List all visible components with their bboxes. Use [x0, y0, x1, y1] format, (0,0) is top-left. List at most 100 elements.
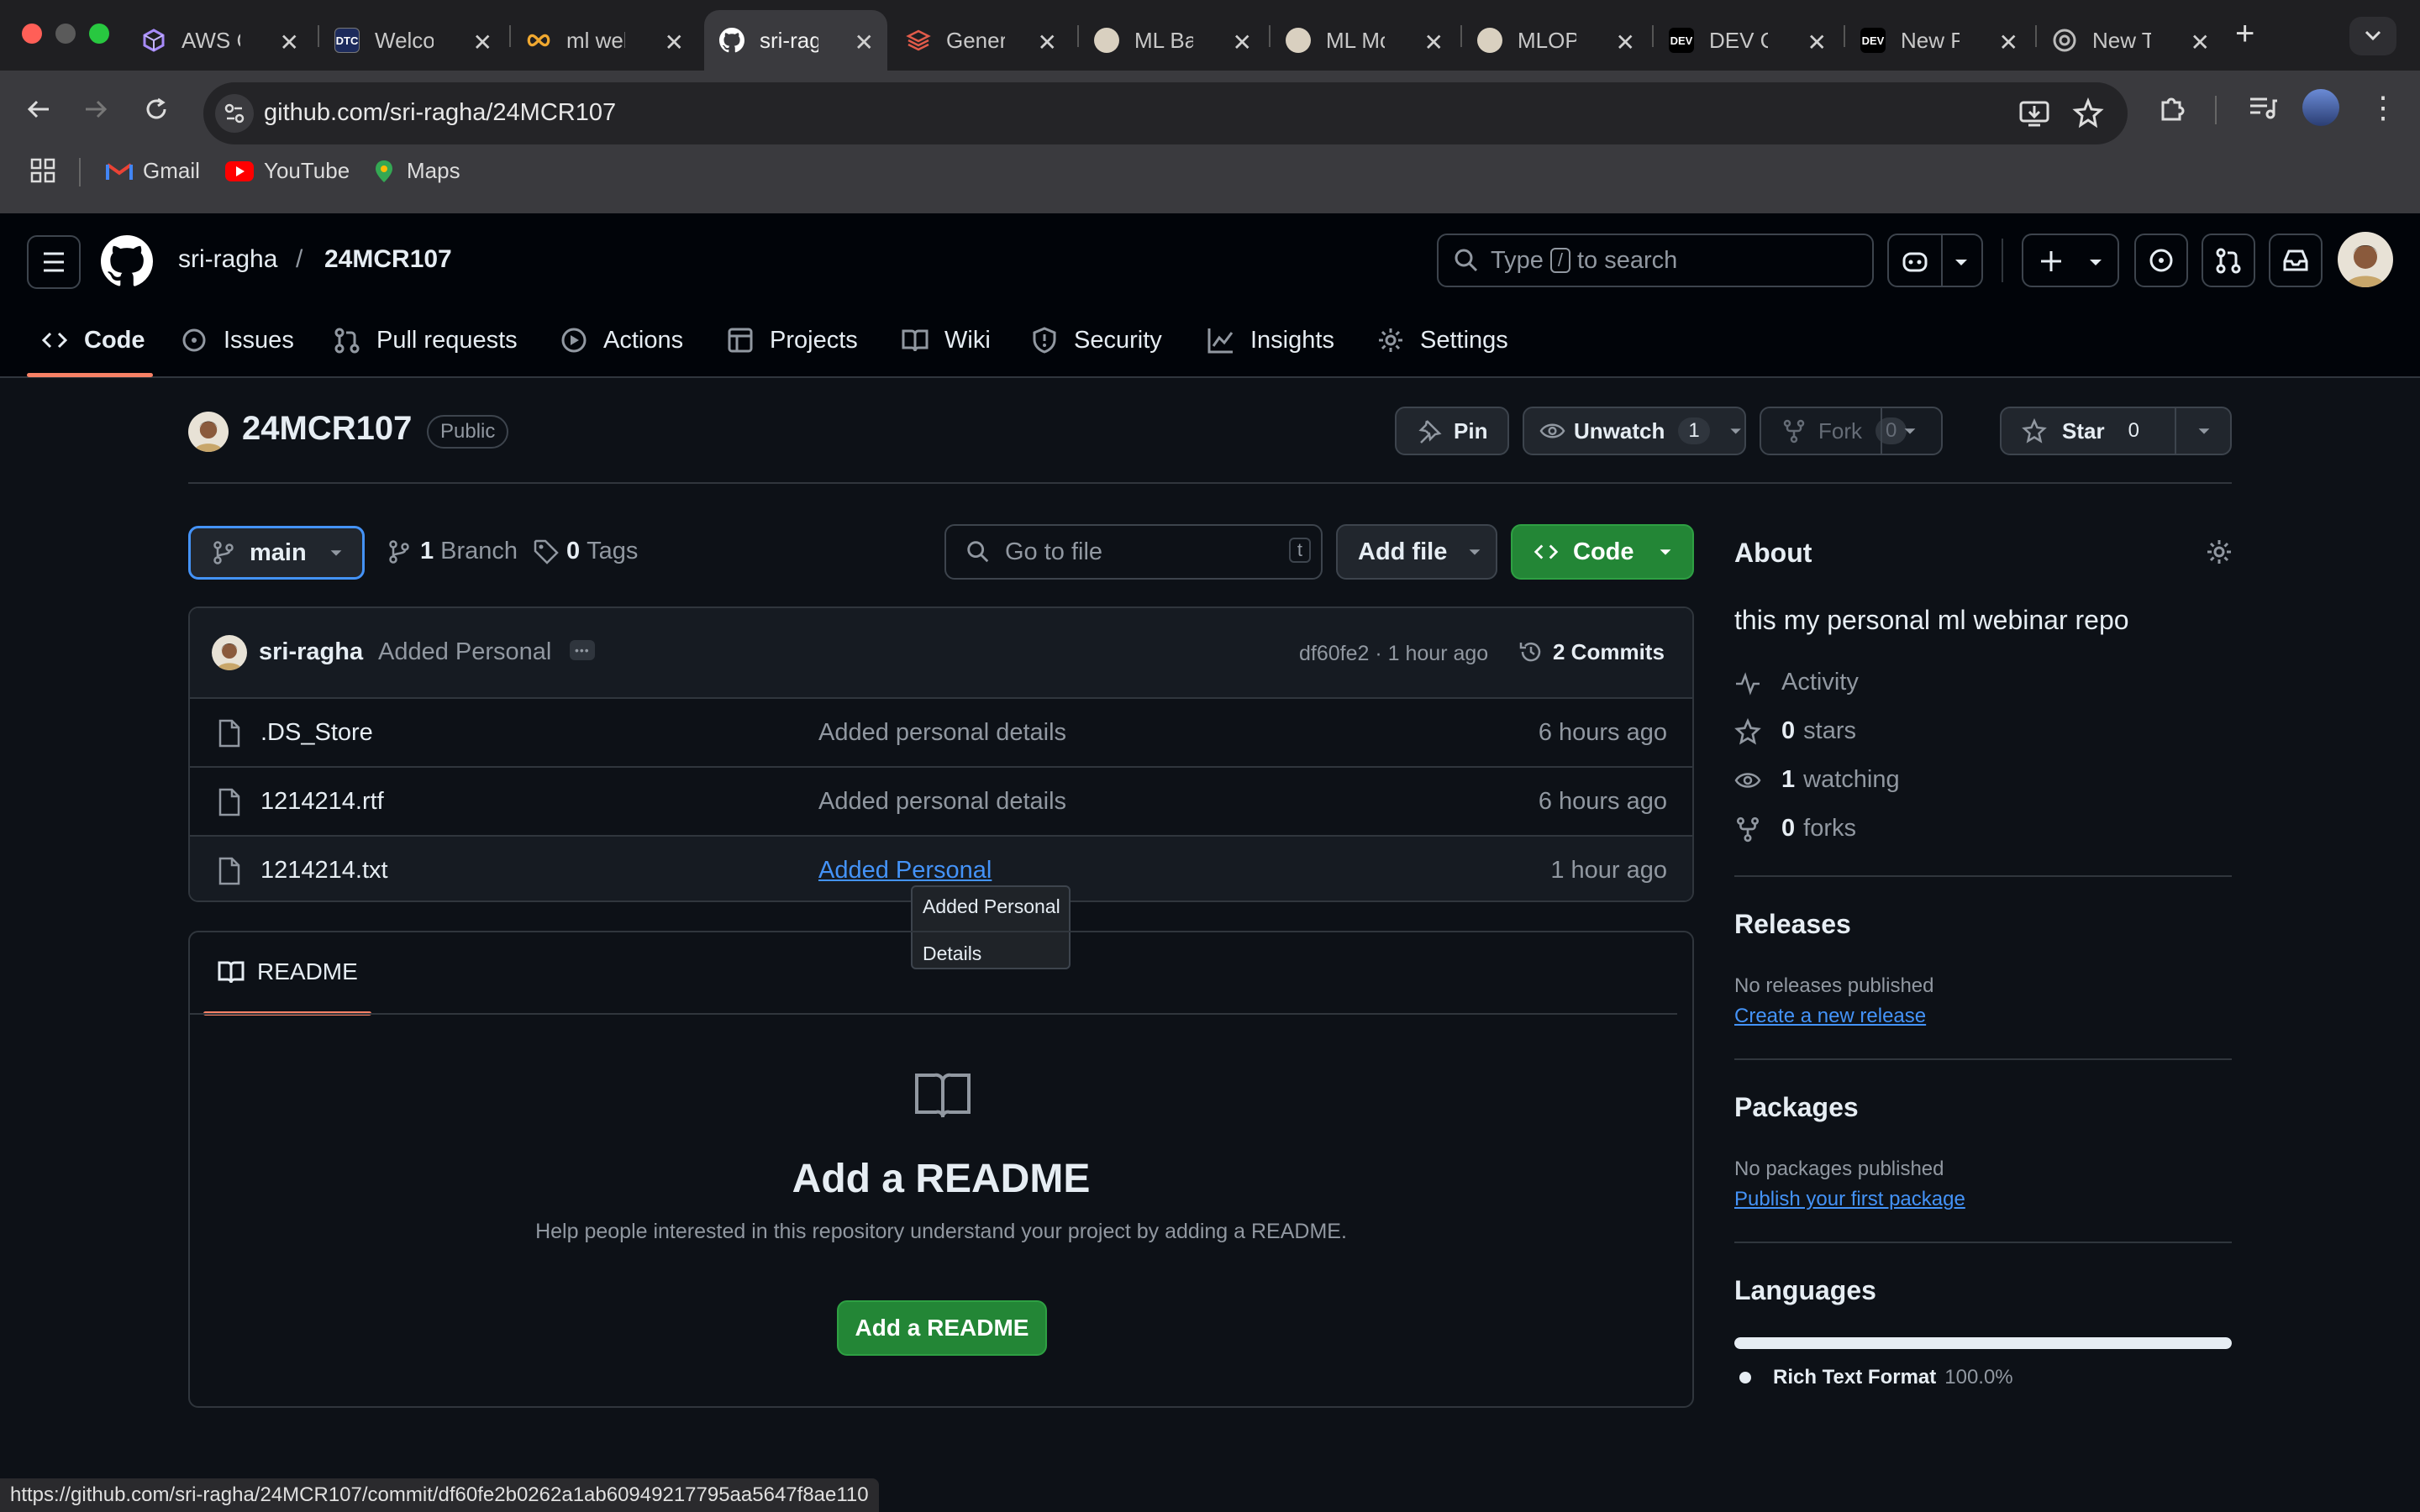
stars-link[interactable]: 0 stars [1734, 717, 1856, 745]
branches-link[interactable]: 1 Branch [387, 538, 518, 565]
browser-tab[interactable]: Genera ✕ [891, 10, 1074, 71]
browser-tab[interactable]: ML Mo ✕ [1270, 10, 1460, 71]
tab-insights[interactable]: Insights [1207, 326, 1334, 354]
bookmark-youtube[interactable]: YouTube [225, 158, 350, 184]
tab-wiki[interactable]: Wiki [901, 326, 991, 354]
address-bar[interactable]: github.com/sri-ragha/24MCR107 [203, 82, 2128, 144]
install-app-icon[interactable] [2018, 97, 2050, 129]
close-icon[interactable]: ✕ [1424, 29, 1444, 56]
tab-security[interactable]: Security [1030, 326, 1162, 354]
file-commit-message[interactable]: Added personal details [818, 788, 1066, 816]
packages-heading[interactable]: Packages [1734, 1092, 1859, 1123]
commits-link[interactable]: 2 Commits [1518, 638, 1665, 665]
browser-tab[interactable]: ml webi ✕ [511, 10, 701, 71]
browser-tab[interactable]: DTC Welcom ✕ [319, 10, 509, 71]
bookmark-gmail[interactable]: Gmail [106, 158, 200, 184]
site-info-icon[interactable] [215, 94, 254, 133]
browser-tab[interactable]: ML Bas ✕ [1079, 10, 1269, 71]
tab-search-button[interactable] [2349, 17, 2396, 55]
browser-tab-active[interactable]: sri-ragh ✕ [704, 10, 887, 71]
bookmark-star-icon[interactable] [2072, 97, 2104, 129]
reload-icon[interactable] [139, 92, 173, 126]
activity-link[interactable]: Activity [1734, 669, 1859, 696]
commit-message[interactable]: Added Personal [378, 638, 551, 666]
window-zoom-button[interactable] [89, 24, 109, 44]
go-to-file-input[interactable]: Go to file t [944, 524, 1323, 580]
owner-link[interactable]: sri-ragha [178, 245, 277, 274]
close-icon[interactable]: ✕ [665, 29, 684, 56]
file-name[interactable]: 1214214.txt [260, 857, 388, 885]
gear-icon[interactable] [2205, 538, 2233, 566]
commit-hash-time[interactable]: df60fe2 · 1 hour ago [1299, 642, 1488, 666]
code-button[interactable]: Code [1511, 524, 1694, 580]
menu-button[interactable] [27, 235, 81, 289]
inbox-button[interactable] [2269, 234, 2323, 287]
repo-link[interactable]: 24MCR107 [324, 245, 452, 274]
commit-author[interactable]: sri-ragha [259, 638, 363, 666]
back-icon[interactable] [22, 92, 55, 126]
releases-heading[interactable]: Releases [1734, 909, 1851, 940]
file-name[interactable]: .DS_Store [260, 719, 373, 747]
star-button[interactable]: Star 0 [2000, 407, 2232, 455]
new-tab-button[interactable]: + [2235, 15, 2254, 53]
tags-link[interactable]: 0 Tags [533, 538, 638, 565]
create-release-link[interactable]: Create a new release [1734, 1005, 1926, 1028]
language-item[interactable]: Rich Text Format 100.0% [1739, 1366, 2013, 1389]
file-commit-message[interactable]: Added Personal [818, 857, 992, 885]
commit-author-avatar[interactable] [212, 635, 247, 670]
extensions-icon[interactable] [2156, 91, 2190, 124]
branch-selector[interactable]: main [188, 526, 365, 580]
add-readme-button[interactable]: Add a README [837, 1300, 1047, 1356]
browser-menu-icon[interactable]: ⋮ [2368, 89, 2398, 126]
code-icon [1534, 544, 1559, 559]
profile-avatar[interactable] [2302, 89, 2339, 126]
browser-tab[interactable]: DEV New Po ✕ [1845, 10, 2035, 71]
url-text[interactable]: github.com/sri-ragha/24MCR107 [264, 99, 616, 127]
issues-button[interactable] [2134, 234, 2188, 287]
close-icon[interactable]: ✕ [473, 29, 492, 56]
close-icon[interactable]: ✕ [1616, 29, 1635, 56]
user-avatar[interactable] [2338, 232, 2393, 287]
file-commit-message[interactable]: Added personal details [818, 719, 1066, 747]
repo-owner-avatar[interactable] [188, 412, 229, 452]
browser-tab[interactable]: New Ta ✕ [2037, 10, 2227, 71]
apps-grid-icon[interactable] [30, 158, 55, 183]
pull-requests-button[interactable] [2202, 234, 2255, 287]
expand-commit-button[interactable]: ••• [570, 640, 595, 660]
close-icon[interactable]: ✕ [1999, 29, 2018, 56]
add-file-button[interactable]: Add file [1336, 524, 1497, 580]
close-icon[interactable]: ✕ [855, 29, 874, 56]
browser-tab[interactable]: AWS Co ✕ [126, 10, 316, 71]
close-icon[interactable]: ✕ [1233, 29, 1252, 56]
github-logo-icon[interactable] [101, 235, 153, 287]
watching-link[interactable]: 1 watching [1734, 766, 1900, 794]
tab-actions[interactable]: Actions [560, 326, 683, 354]
close-icon[interactable]: ✕ [2191, 29, 2210, 56]
forks-link[interactable]: 0 forks [1734, 815, 1856, 843]
forward-icon[interactable] [79, 92, 113, 126]
tab-projects[interactable]: Projects [726, 326, 858, 354]
tab-issues[interactable]: Issues [180, 326, 294, 354]
search-input[interactable]: Type / to search [1437, 234, 1874, 287]
tab-settings[interactable]: Settings [1376, 326, 1508, 354]
bookmark-maps[interactable]: Maps [371, 158, 460, 184]
pin-button[interactable]: Pin [1395, 407, 1509, 455]
close-icon[interactable]: ✕ [1807, 29, 1827, 56]
repo-title[interactable]: 24MCR107 [242, 410, 412, 448]
publish-package-link[interactable]: Publish your first package [1734, 1188, 1965, 1211]
window-minimize-button[interactable] [55, 24, 76, 44]
unwatch-button[interactable]: Unwatch 1 [1523, 407, 1746, 455]
browser-tab[interactable]: MLOPS ✕ [1462, 10, 1652, 71]
file-name[interactable]: 1214214.rtf [260, 788, 384, 816]
tab-pull-requests[interactable]: Pull requests [333, 326, 518, 354]
close-icon[interactable]: ✕ [1038, 29, 1057, 56]
fork-button[interactable]: Fork 0 [1760, 407, 1943, 455]
create-new-button[interactable] [2022, 234, 2119, 287]
copilot-button[interactable] [1887, 234, 1983, 287]
browser-tab[interactable]: DEV DEV Co ✕ [1654, 10, 1844, 71]
readme-tab[interactable]: README [217, 958, 358, 986]
window-close-button[interactable] [22, 24, 42, 44]
tab-code[interactable]: Code [40, 326, 145, 354]
media-control-icon[interactable] [2245, 91, 2279, 124]
close-icon[interactable]: ✕ [280, 29, 299, 56]
